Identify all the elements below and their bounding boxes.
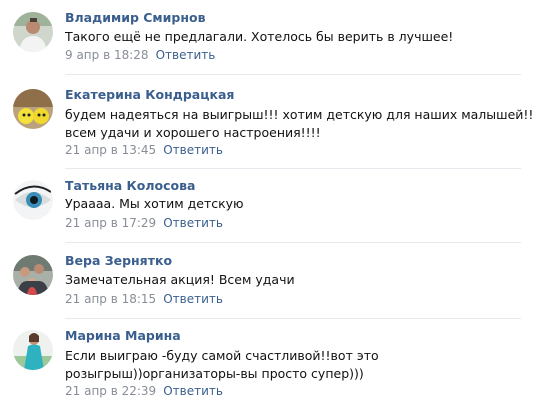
comment-date[interactable]: 21 апр в 22:39	[65, 384, 156, 398]
comment-text-line: розыгрыш))организаторы-вы просто супер))…	[65, 366, 364, 381]
comment-text: Такого ещё не предлагали. Хотелось бы ве…	[65, 28, 525, 46]
comment-date[interactable]: 21 апр в 13:45	[65, 143, 156, 157]
comment-meta: 21 апр в 18:15 Ответить	[65, 292, 223, 306]
comment-text-line: Если выиграю -буду самой счастливой!!вот…	[65, 348, 379, 363]
comment-meta: 21 апр в 13:45 Ответить	[65, 143, 223, 157]
eye-avatar[interactable]	[13, 180, 53, 220]
reply-link[interactable]: Ответить	[163, 143, 223, 157]
comment-author[interactable]: Татьяна Колосова	[65, 178, 195, 193]
comment-text: Замечательная акция! Всем удачи	[65, 271, 525, 289]
comment-author[interactable]: Марина Марина	[65, 328, 181, 343]
yellow-balls-avatar[interactable]	[13, 89, 53, 129]
comment-divider	[65, 168, 521, 169]
comment-text: будем надеяться на выигрыш!!! хотим детс…	[65, 106, 533, 142]
comment-text-line: будем надеяться на выигрыш!!! хотим детс…	[65, 107, 533, 122]
comment-meta: 21 апр в 17:29 Ответить	[65, 216, 223, 230]
reply-link[interactable]: Ответить	[163, 292, 223, 306]
reply-link[interactable]: Ответить	[156, 48, 216, 62]
comment-divider	[65, 318, 521, 319]
reply-link[interactable]: Ответить	[163, 384, 223, 398]
comment-divider	[65, 242, 521, 243]
comment-text-line: всем удачи и хорошего настроения!!!!	[65, 125, 321, 140]
comment-divider	[65, 74, 521, 75]
comment-author[interactable]: Владимир Смирнов	[65, 10, 205, 25]
comment-text: Если выиграю -буду самой счастливой!!вот…	[65, 347, 525, 383]
comment-date[interactable]: 21 апр в 18:15	[65, 292, 156, 306]
comment-meta: 9 апр в 18:28 Ответить	[65, 48, 215, 62]
family-photo-avatar[interactable]	[13, 255, 53, 295]
woman-blue-dress-avatar[interactable]	[13, 330, 53, 370]
comment-meta: 21 апр в 22:39 Ответить	[65, 384, 223, 398]
comment-author[interactable]: Екатерина Кондрацкая	[65, 87, 234, 102]
comment-text: Ураааа. Мы хотим детскую	[65, 195, 525, 213]
comment-text-line: Замечательная акция! Всем удачи	[65, 272, 295, 287]
comment-date[interactable]: 9 апр в 18:28	[65, 48, 149, 62]
comment-text-line: Такого ещё не предлагали. Хотелось бы ве…	[65, 29, 454, 44]
comment-author[interactable]: Вера Зернятко	[65, 253, 172, 268]
person-photo-avatar[interactable]	[13, 12, 53, 52]
reply-link[interactable]: Ответить	[163, 216, 223, 230]
comment-date[interactable]: 21 апр в 17:29	[65, 216, 156, 230]
comment-text-line: Ураааа. Мы хотим детскую	[65, 196, 244, 211]
